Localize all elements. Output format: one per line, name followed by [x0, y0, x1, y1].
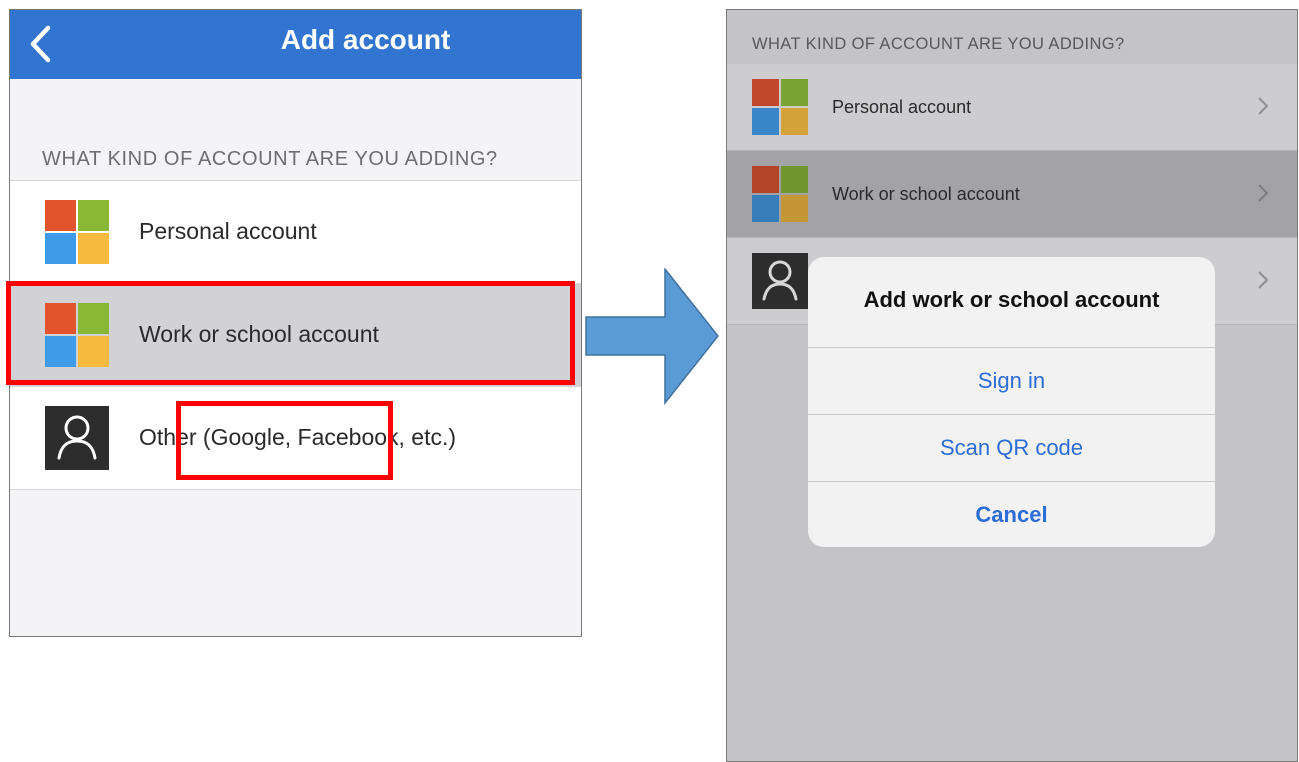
list-item-label: Other (Google, Facebook, etc.): [139, 424, 457, 450]
section-header: WHAT KIND OF ACCOUNT ARE YOU ADDING?: [752, 35, 1125, 53]
add-work-account-dialog: Add work or school account Sign in Scan …: [808, 257, 1215, 547]
account-type-list: Personal account Work or school account …: [10, 180, 581, 490]
cancel-button[interactable]: Cancel: [808, 481, 1215, 547]
list-item-label: Personal account: [139, 218, 317, 244]
microsoft-logo-icon: [752, 79, 808, 135]
microsoft-logo-icon: [45, 200, 109, 264]
scan-qr-code-button[interactable]: Scan QR code: [808, 414, 1215, 481]
section-header: WHAT KIND OF ACCOUNT ARE YOU ADDING?: [42, 148, 498, 170]
list-item-personal-account[interactable]: Personal account: [727, 64, 1297, 151]
list-item-other-account[interactable]: Other (Google, Facebook, etc.): [10, 387, 581, 489]
chevron-right-icon: [1258, 271, 1269, 289]
right-screen: WHAT KIND OF ACCOUNT ARE YOU ADDING? Per…: [726, 9, 1298, 762]
microsoft-logo-icon: [752, 166, 808, 222]
list-item-work-account[interactable]: Work or school account: [10, 284, 581, 387]
list-item-label: Work or school account: [832, 184, 1020, 204]
list-item-label: Work or school account: [139, 321, 379, 347]
chevron-right-icon: [1258, 97, 1269, 115]
arrow-right-icon: [585, 268, 719, 405]
nav-bar: Add account: [10, 10, 581, 79]
chevron-right-icon: [1258, 184, 1269, 202]
microsoft-logo-icon: [45, 303, 109, 367]
sign-in-button[interactable]: Sign in: [808, 347, 1215, 414]
page-title: Add account: [280, 24, 451, 55]
list-item-personal-account[interactable]: Personal account: [10, 181, 581, 284]
person-icon: [752, 253, 808, 309]
list-item-label: Personal account: [832, 97, 972, 117]
left-screen: Add account WHAT KIND OF ACCOUNT ARE YOU…: [9, 9, 582, 637]
dialog-title: Add work or school account: [863, 287, 1160, 312]
list-item-work-account[interactable]: Work or school account: [727, 151, 1297, 238]
person-icon: [45, 406, 109, 470]
